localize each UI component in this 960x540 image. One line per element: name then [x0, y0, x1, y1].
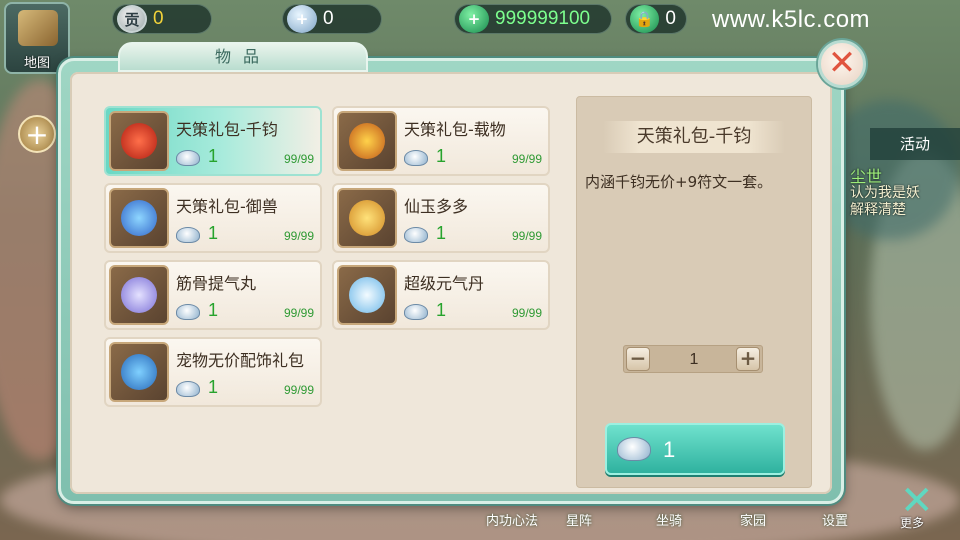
more-button[interactable]: ✕ 更多: [892, 478, 952, 538]
shop-item-card[interactable]: 天策礼包-御兽 1 99/99: [104, 183, 322, 253]
shop-item-card[interactable]: 天策礼包-载物 1 99/99: [332, 106, 550, 176]
item-name: 天策礼包-载物: [404, 120, 506, 139]
silver-ingot-icon: [176, 150, 200, 166]
shop-item-card[interactable]: 天策礼包-千钧 1 99/99: [104, 106, 322, 176]
item-name: 天策礼包-千钧: [176, 120, 278, 139]
detail-title: 天策礼包-千钧: [603, 121, 785, 153]
bottom-menu-mount[interactable]: 坐骑: [650, 510, 688, 532]
silver-ingot-icon: [404, 304, 428, 320]
bound-jade-value: 0: [665, 8, 676, 29]
item-stock: 99/99: [511, 306, 542, 320]
bottom-menu-bar: 内功心法 星阵 坐骑 家园 设置: [0, 504, 960, 540]
bound-jade-counter[interactable]: 🔒 0: [625, 4, 687, 34]
item-stock: 99/99: [283, 306, 314, 320]
silver-ingot-icon: [176, 381, 200, 397]
side-dialog-line: 解释清楚: [850, 202, 906, 218]
contribution-icon: 贡: [117, 5, 147, 33]
shop-item-card[interactable]: 超级元气丹 1 99/99: [332, 260, 550, 330]
close-button[interactable]: ✕: [818, 40, 866, 88]
side-dialog-text: 尘世 认为我是妖 解释清楚: [850, 168, 920, 219]
item-price: 1: [436, 223, 447, 243]
more-label: 更多: [900, 516, 925, 530]
silver-ingot-icon: [176, 227, 200, 243]
item-price: 1: [208, 300, 219, 320]
item-name: 宠物无价配饰礼包: [176, 351, 305, 370]
item-name: 超级元气丹: [404, 274, 485, 293]
buy-button[interactable]: 1: [605, 423, 785, 475]
bottom-menu-settings[interactable]: 设置: [816, 510, 854, 532]
item-stock: 99/99: [283, 229, 314, 243]
silver-ingot-icon: [404, 227, 428, 243]
silver-ingot-icon: [176, 304, 200, 320]
bottom-menu-star-array[interactable]: 星阵: [560, 510, 598, 532]
item-price: 1: [208, 377, 219, 397]
silver-counter[interactable]: + 0: [282, 4, 382, 34]
silver-add-icon: +: [287, 5, 317, 33]
side-dialog-title: 尘世: [850, 167, 883, 186]
item-stock: 99/99: [283, 383, 314, 397]
buy-price: 1: [663, 437, 676, 462]
silver-value: 0: [323, 8, 334, 29]
map-icon: [18, 10, 58, 46]
silver-ingot-icon: [617, 437, 651, 461]
bottom-menu-home[interactable]: 家园: [734, 510, 772, 532]
item-icon: [337, 265, 397, 325]
detail-description: 内涵千钧无价+9符文一套。: [585, 173, 773, 191]
quantity-stepper: − 1 +: [623, 345, 763, 373]
decrease-quantity-button[interactable]: −: [626, 347, 650, 371]
item-price: 1: [436, 300, 447, 320]
item-stock: 99/99: [511, 152, 542, 166]
item-icon: [109, 188, 169, 248]
item-detail-panel: 天策礼包-千钧 内涵千钧无价+9符文一套。 − 1 + 1: [576, 96, 812, 488]
expand-menu-button[interactable]: +: [18, 115, 56, 153]
item-name: 筋骨提气丸: [176, 274, 257, 293]
item-price: 1: [208, 146, 219, 166]
resource-bar: 贡 0 + 0 + 999999100 🔒 0 www.k5lc.com: [0, 0, 960, 42]
silver-ingot-icon: [404, 150, 428, 166]
increase-quantity-button[interactable]: +: [736, 347, 760, 371]
item-icon: [109, 342, 169, 402]
bottom-menu-internal-skills[interactable]: 内功心法: [480, 510, 544, 532]
item-icon: [109, 111, 169, 171]
shop-item-card[interactable]: 宠物无价配饰礼包 1 99/99: [104, 337, 322, 407]
shop-item-card[interactable]: 仙玉多多 1 99/99: [332, 183, 550, 253]
side-dialog-line: 认为我是妖: [850, 185, 920, 201]
jade-value: 999999100: [495, 8, 591, 29]
item-stock: 99/99: [511, 229, 542, 243]
watermark-text: www.k5lc.com: [712, 6, 871, 33]
jade-add-icon: +: [459, 5, 489, 33]
activity-tab[interactable]: 活动: [870, 128, 960, 160]
lock-icon: 🔒: [630, 5, 660, 33]
shop-item-card[interactable]: 筋骨提气丸 1 99/99: [104, 260, 322, 330]
jade-counter[interactable]: + 999999100: [454, 4, 612, 34]
item-name: 天策礼包-御兽: [176, 197, 278, 216]
item-icon: [109, 265, 169, 325]
item-price: 1: [208, 223, 219, 243]
item-icon: [337, 188, 397, 248]
contribution-value: 0: [153, 8, 164, 29]
panel-title: 物品: [118, 42, 368, 72]
map-button[interactable]: 地图: [4, 2, 70, 74]
contribution-counter[interactable]: 贡 0: [112, 4, 212, 34]
item-name: 仙玉多多: [404, 197, 469, 216]
item-icon: [337, 111, 397, 171]
item-price: 1: [436, 146, 447, 166]
quantity-value[interactable]: 1: [654, 346, 734, 373]
item-stock: 99/99: [283, 152, 314, 166]
